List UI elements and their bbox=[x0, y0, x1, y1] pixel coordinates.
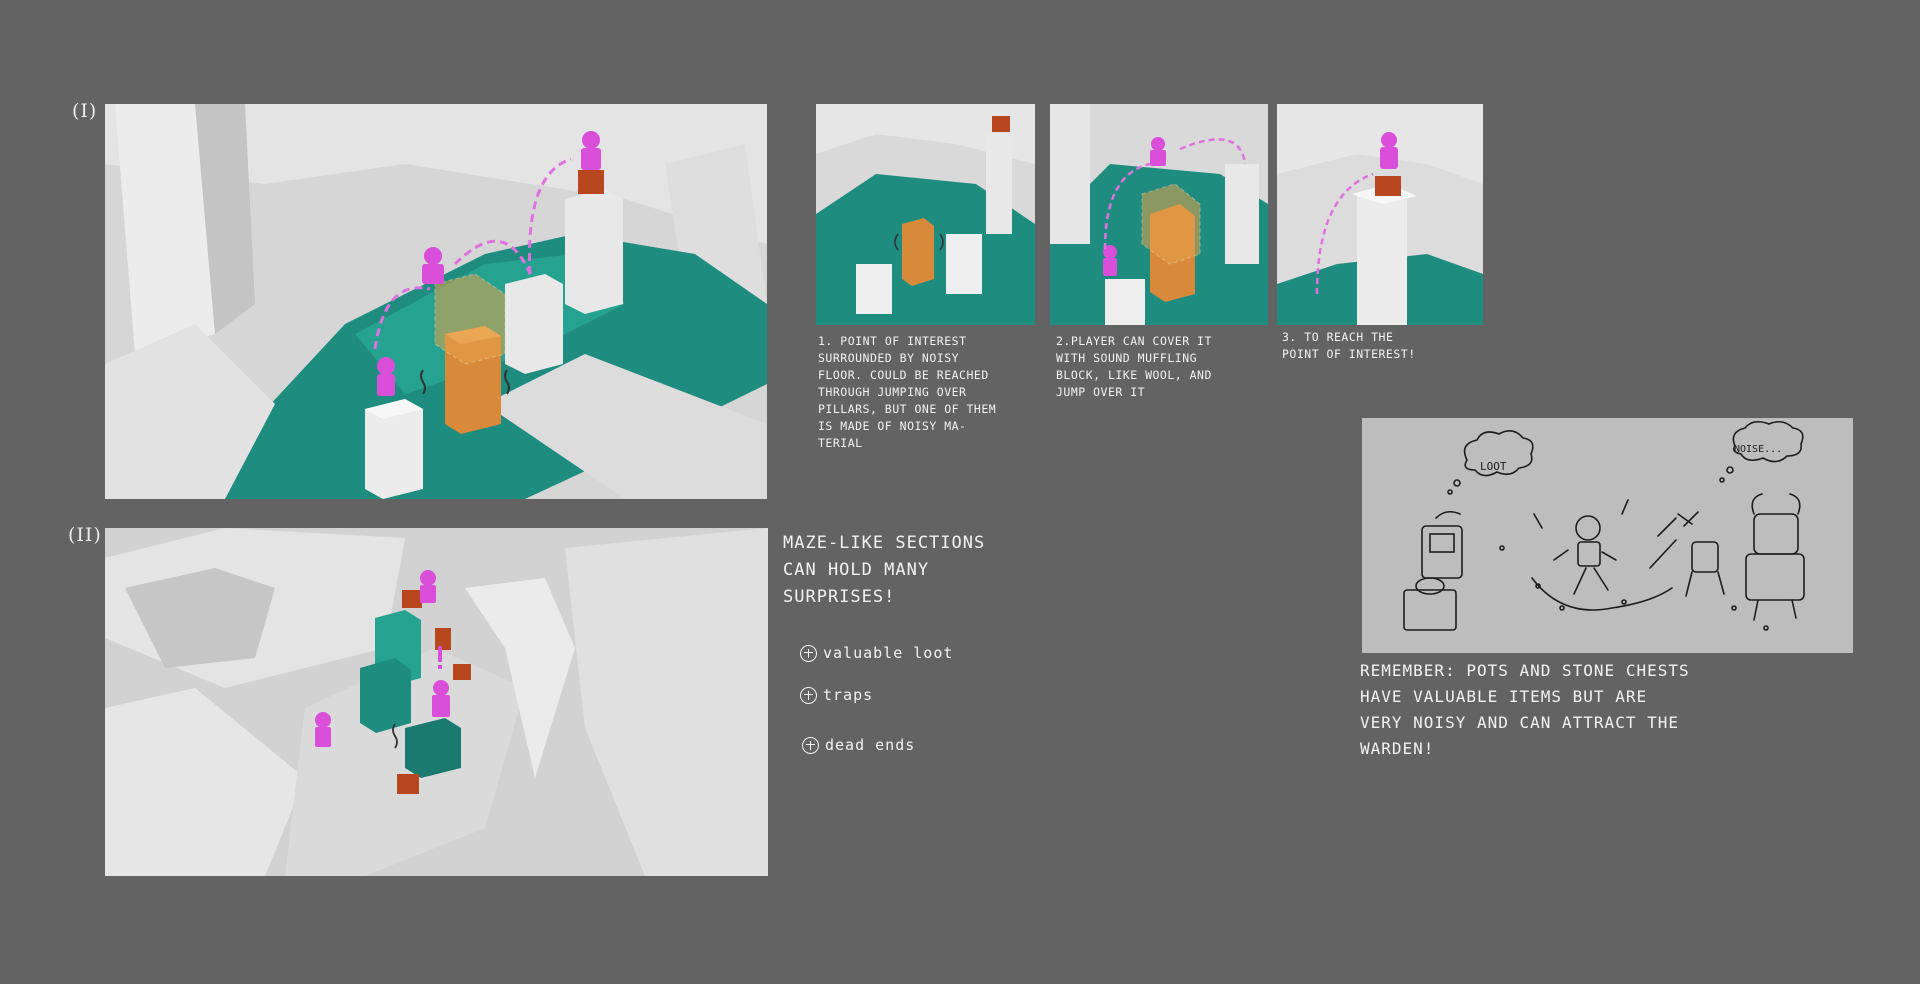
sketch-illustration: LOOT NOISE... bbox=[1403, 420, 1805, 631]
step-1-number: 1. bbox=[818, 334, 833, 348]
step-3-caption: 3. to reach the point of interest! bbox=[1282, 329, 1482, 363]
step-1-text: Point of interest surrounded by noisy fl… bbox=[818, 334, 997, 450]
step-2-caption: 2.player can cover it with sound mufflin… bbox=[1056, 333, 1271, 401]
render-panel-step-3 bbox=[1277, 104, 1483, 325]
section-label-two: (II) bbox=[68, 524, 102, 546]
bullet-label: valuable loot bbox=[823, 644, 954, 662]
render-panel-main bbox=[105, 104, 767, 499]
render-main-illustration bbox=[105, 104, 767, 499]
sketch-panel: LOOT NOISE... bbox=[1362, 418, 1853, 653]
sketch-bubble-left: LOOT bbox=[1480, 460, 1507, 473]
step-1-caption: 1. Point of interest surrounded by noisy… bbox=[818, 333, 1033, 452]
remember-note: remember: pots and stone chests have val… bbox=[1360, 661, 1690, 758]
circle-plus-icon bbox=[800, 686, 817, 704]
render-step-2-illustration bbox=[1050, 104, 1268, 325]
render-maze-illustration bbox=[105, 528, 768, 876]
step-2-text: player can cover it with sound muffling … bbox=[1056, 334, 1212, 399]
bullet-label: dead ends bbox=[825, 736, 916, 754]
circle-plus-icon bbox=[802, 736, 819, 754]
render-panel-step-1 bbox=[816, 104, 1035, 325]
render-step-1-illustration bbox=[816, 104, 1035, 325]
section-label-one: (I) bbox=[72, 100, 98, 122]
sketch-bubble-right: NOISE... bbox=[1734, 444, 1782, 455]
maze-note: maze-like sections can hold many surpris… bbox=[783, 533, 986, 607]
bullet-valuable-loot: valuable loot bbox=[800, 644, 953, 662]
bullet-label: traps bbox=[823, 686, 874, 704]
render-panel-step-2 bbox=[1050, 104, 1268, 325]
circle-plus-icon bbox=[800, 644, 817, 662]
bullet-traps: traps bbox=[800, 686, 873, 704]
render-step-3-illustration bbox=[1277, 104, 1483, 325]
bullet-dead-ends: dead ends bbox=[802, 736, 915, 754]
render-panel-maze bbox=[105, 528, 768, 876]
step-3-text: to reach the point of interest! bbox=[1282, 330, 1416, 361]
step-3-number: 3. bbox=[1282, 330, 1297, 344]
step-2-number: 2. bbox=[1056, 334, 1071, 348]
